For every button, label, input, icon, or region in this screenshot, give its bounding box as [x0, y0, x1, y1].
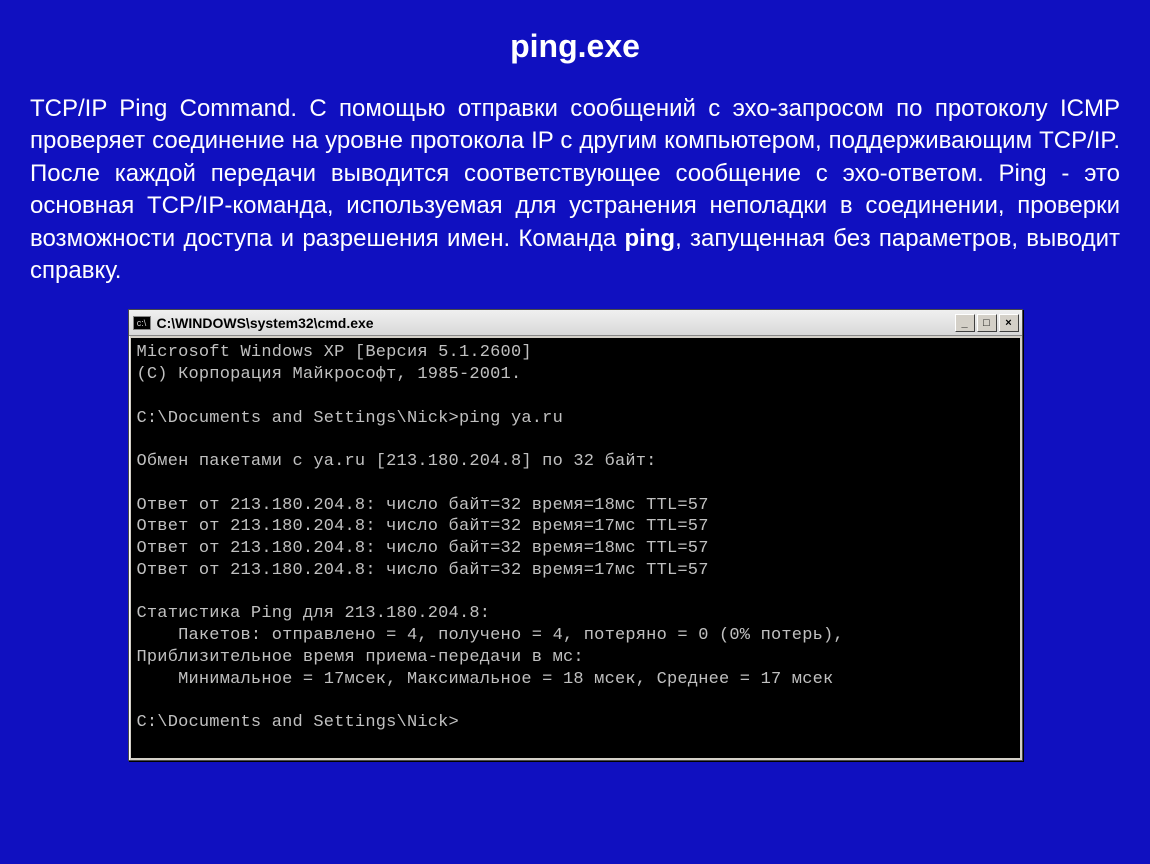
window-buttons: _ □ × — [955, 314, 1022, 332]
maximize-button[interactable]: □ — [977, 314, 997, 332]
cmd-titlebar[interactable]: c:\ C:\WINDOWS\system32\cmd.exe _ □ × — [129, 310, 1022, 336]
paragraph-bold-ping: ping — [624, 225, 675, 252]
cmd-window-title: C:\WINDOWS\system32\cmd.exe — [157, 315, 955, 331]
minimize-button[interactable]: _ — [955, 314, 975, 332]
description-paragraph: TCP/IP Ping Command. С помощью отправки … — [30, 93, 1120, 287]
close-button[interactable]: × — [999, 314, 1019, 332]
cmd-output: Microsoft Windows XP [Версия 5.1.2600] (… — [131, 338, 1020, 758]
cmd-window: c:\ C:\WINDOWS\system32\cmd.exe _ □ × Mi… — [128, 309, 1023, 761]
page-title: ping.exe — [30, 28, 1120, 65]
cmd-icon: c:\ — [133, 316, 151, 330]
